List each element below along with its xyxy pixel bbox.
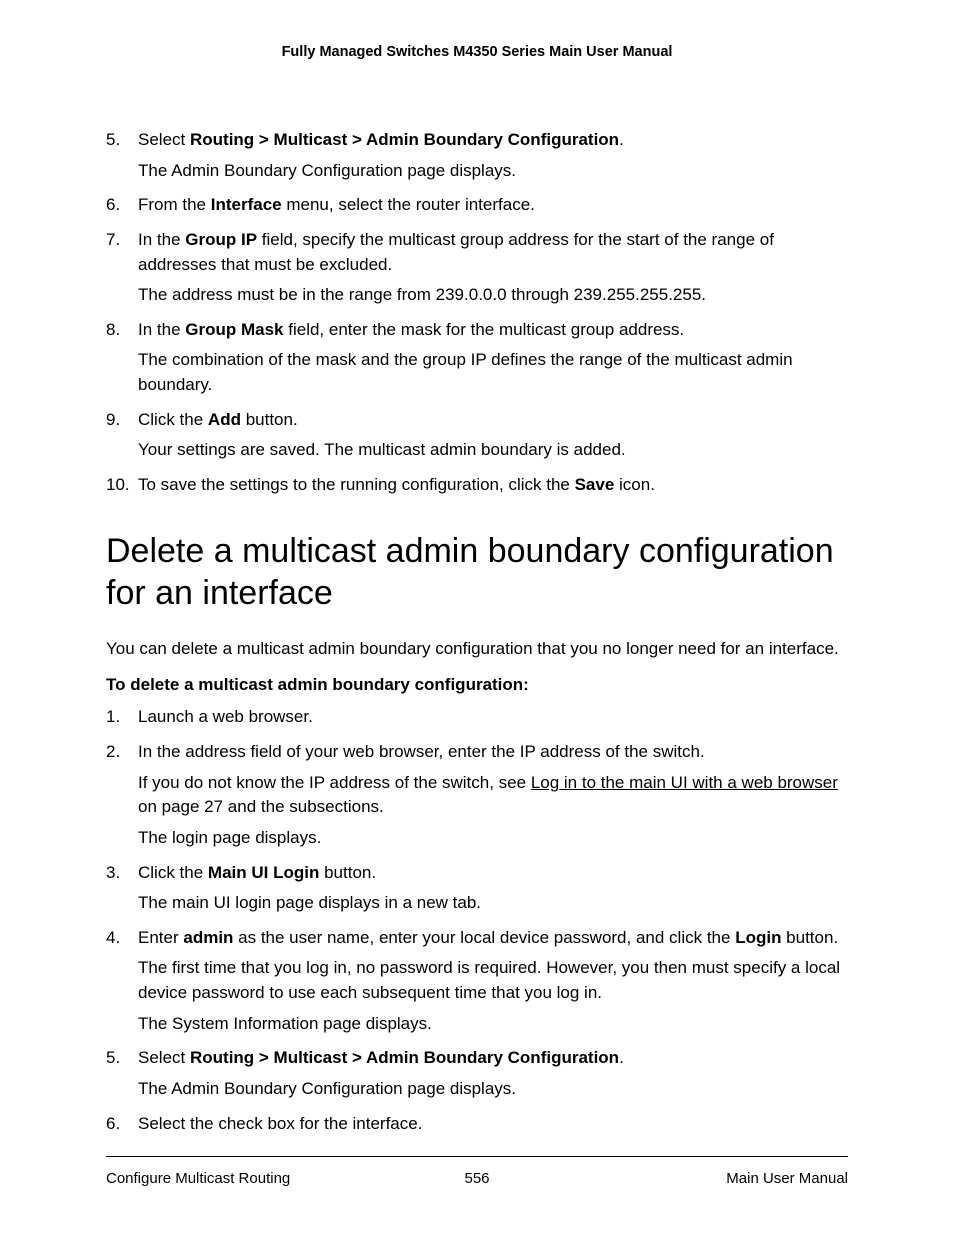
step-number: 3. — [106, 861, 120, 886]
running-header: Fully Managed Switches M4350 Series Main… — [106, 44, 848, 60]
step-10: 10. To save the settings to the running … — [106, 473, 848, 498]
link-login-main-ui[interactable]: Log in to the main UI with a web browser — [531, 773, 838, 792]
step-b6: 6. Select the check box for the interfac… — [106, 1112, 848, 1137]
step-9: 9. Click the Add button. Your settings a… — [106, 408, 848, 463]
steps-block-bottom: 1. Launch a web browser. 2. In the addre… — [106, 705, 848, 1136]
step-number: 6. — [106, 1112, 120, 1137]
step-number: 9. — [106, 408, 120, 433]
step-b2: 2. In the address field of your web brow… — [106, 740, 848, 851]
procedure-subhead: To delete a multicast admin boundary con… — [106, 675, 848, 695]
step-7: 7. In the Group IP field, specify the mu… — [106, 228, 848, 308]
step-number: 2. — [106, 740, 120, 765]
step-b4: 4. Enter admin as the user name, enter y… — [106, 926, 848, 1037]
step-number: 1. — [106, 705, 120, 730]
step-6: 6. From the Interface menu, select the r… — [106, 193, 848, 218]
footer-page-number: 556 — [106, 1170, 848, 1187]
step-number: 5. — [106, 128, 120, 153]
section-intro: You can delete a multicast admin boundar… — [106, 637, 848, 662]
step-8: 8. In the Group Mask field, enter the ma… — [106, 318, 848, 398]
step-number: 10. — [106, 473, 130, 498]
step-b5: 5. Select Routing > Multicast > Admin Bo… — [106, 1046, 848, 1101]
steps-block-top: 5. Select Routing > Multicast > Admin Bo… — [106, 128, 848, 498]
step-number: 8. — [106, 318, 120, 343]
footer-rule — [106, 1156, 848, 1157]
step-number: 7. — [106, 228, 120, 253]
step-b3: 3. Click the Main UI Login button. The m… — [106, 861, 848, 916]
step-number: 6. — [106, 193, 120, 218]
page-footer: Configure Multicast Routing 556 Main Use… — [106, 1170, 848, 1187]
step-5: 5. Select Routing > Multicast > Admin Bo… — [106, 128, 848, 183]
step-number: 4. — [106, 926, 120, 951]
document-page: Fully Managed Switches M4350 Series Main… — [0, 0, 954, 1235]
step-number: 5. — [106, 1046, 120, 1071]
step-b1: 1. Launch a web browser. — [106, 705, 848, 730]
section-heading: Delete a multicast admin boundary config… — [106, 530, 848, 615]
